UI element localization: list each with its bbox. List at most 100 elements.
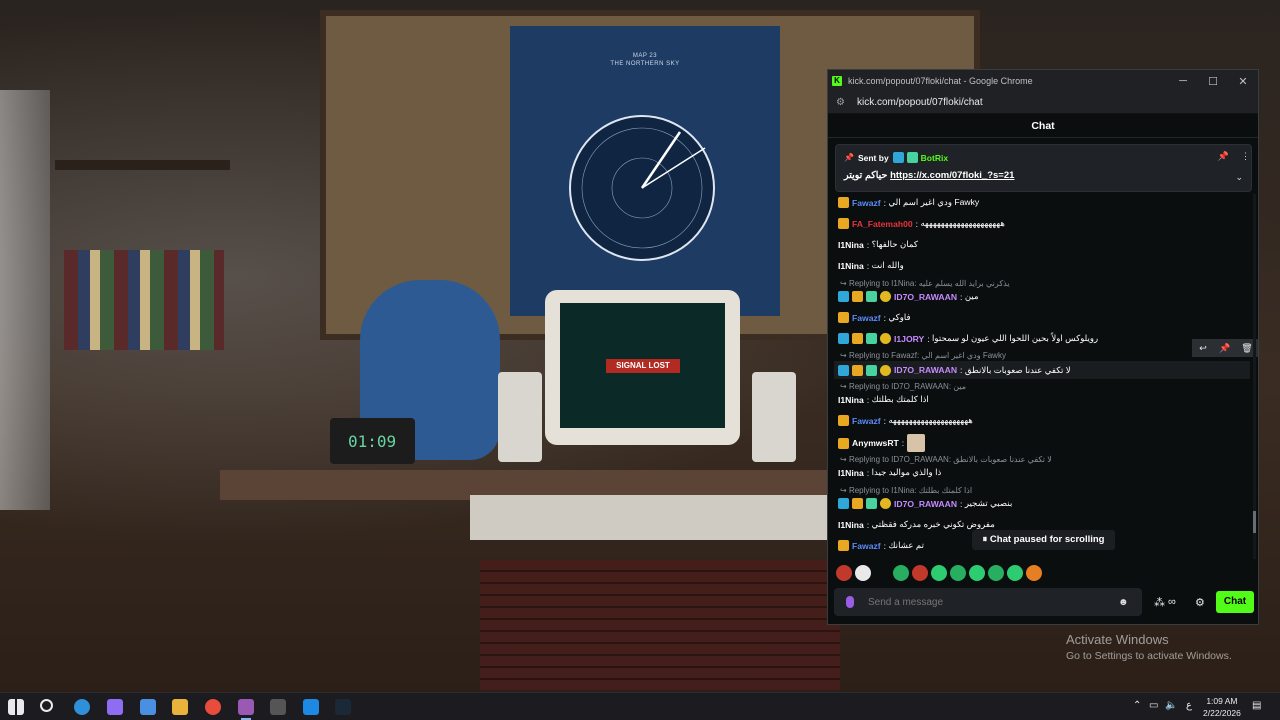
username[interactable]: ID7O_RAWAAN	[894, 365, 957, 375]
volume-icon[interactable]: 🔈	[1165, 700, 1177, 711]
reply-context[interactable]: ↪ Replying to Fawazf: ودي اغير اسم الي F…	[840, 351, 1006, 360]
taskbar: ⌃ ▭ 🔈 ع 1:09 AM 2/22/2026 ▤	[0, 692, 1280, 720]
crown-badge-icon	[852, 498, 863, 509]
emoji-icon[interactable]: ☻	[1118, 597, 1129, 608]
crown-badge-icon	[838, 312, 849, 323]
chat-header: Chat	[828, 114, 1258, 138]
star-clock	[569, 115, 715, 261]
username[interactable]: AnymwsRT	[852, 438, 899, 448]
paused-label: Chat paused for scrolling	[989, 534, 1105, 545]
taskbar-clock[interactable]: 1:09 AM 2/22/2026	[1203, 695, 1241, 719]
notification-icon[interactable]: ▤	[1252, 700, 1261, 711]
username[interactable]: I1JORY	[894, 334, 924, 344]
username[interactable]: Fawazf	[852, 416, 881, 426]
app-icon[interactable]	[238, 699, 254, 715]
steam-icon[interactable]	[335, 699, 351, 715]
blue-badge-icon	[838, 291, 849, 302]
maximize-button[interactable]: ☐	[1198, 75, 1228, 88]
chevron-up-icon[interactable]: ⌃	[1133, 700, 1141, 711]
emote-icon[interactable]	[912, 565, 928, 581]
username[interactable]: Fawazf	[852, 198, 881, 208]
chat-input-box[interactable]: ☻	[834, 588, 1142, 616]
reply-context[interactable]: ↪ Replying to I1Nina: اذا كلمتك بطلتك	[840, 486, 972, 495]
close-button[interactable]: ✕	[1228, 75, 1258, 88]
username[interactable]: I1Nina	[838, 240, 864, 250]
obs-icon[interactable]	[270, 699, 286, 715]
blue-badge-icon	[838, 498, 849, 509]
more-options-icon[interactable]: ⋮	[1241, 151, 1250, 162]
pinned-sender[interactable]: BotRix	[921, 153, 948, 163]
crown-badge-icon	[838, 540, 849, 551]
minimize-button[interactable]: ─	[1168, 75, 1198, 88]
emote-icon[interactable]	[893, 565, 909, 581]
username[interactable]: I1Nina	[838, 468, 864, 478]
windows-start-icon[interactable]	[8, 699, 24, 715]
message-text: اذا كلمتك بطلتك	[871, 394, 929, 404]
emote-icon[interactable]	[1026, 565, 1042, 581]
scrollbar-thumb[interactable]	[1253, 511, 1256, 533]
store-icon[interactable]	[140, 699, 156, 715]
send-chat-button[interactable]: Chat	[1216, 591, 1254, 613]
edge-icon[interactable]	[74, 699, 90, 715]
username[interactable]: I1Nina	[838, 395, 864, 405]
language-indicator[interactable]: ع	[1186, 700, 1192, 711]
site-info-icon[interactable]: ⚙	[836, 97, 848, 108]
emote-icon[interactable]	[988, 565, 1004, 581]
username[interactable]: I1Nina	[838, 261, 864, 271]
emote-icon[interactable]	[969, 565, 985, 581]
username[interactable]: Fawazf	[852, 313, 881, 323]
reply-context[interactable]: ↪ Replying to ID7O_RAWAAN: لا تكفي عندنا…	[840, 455, 1052, 464]
bot-badge-icon	[892, 152, 904, 163]
chat-messages[interactable]: Fawazf: ودي اغير اسم الي Fawky FA_Fatema…	[828, 194, 1258, 559]
emote-icon[interactable]	[855, 565, 871, 581]
username[interactable]: ID7O_RAWAAN	[894, 292, 957, 302]
emote-icon[interactable]	[931, 565, 947, 581]
infinity-icon[interactable]: ∞	[1168, 596, 1176, 608]
url-text[interactable]: kick.com/popout/07floki/chat	[857, 97, 983, 108]
emote-icon[interactable]	[836, 565, 852, 581]
app-icon-2[interactable]	[303, 699, 319, 715]
crown-badge-icon	[838, 437, 849, 449]
chat-paused-banner[interactable]: ⏸ Chat paused for scrolling	[972, 530, 1115, 550]
search-icon[interactable]	[40, 699, 53, 712]
message-actions: ↩ 📌 🗑	[1192, 339, 1258, 357]
address-bar[interactable]: ⚙ kick.com/popout/07floki/chat	[828, 92, 1258, 114]
reply-label: Replying to I1Nina:	[848, 486, 917, 495]
reply-text: ودي اغير اسم الي Fawky	[921, 351, 1006, 360]
mic-icon[interactable]	[846, 596, 854, 608]
message-text: مين	[964, 291, 979, 301]
message-text: فاوكي	[888, 312, 911, 322]
reply-context[interactable]: ↪ Replying to ID7O_RAWAAN: مين	[840, 382, 966, 391]
users-icon[interactable]: ⁂	[1154, 596, 1165, 609]
pinned-link[interactable]: https://x.com/07floki_?s=21	[890, 170, 1014, 181]
unpin-icon[interactable]: 📌	[1218, 151, 1229, 162]
emote-icon[interactable]	[1007, 565, 1023, 581]
message-text: ههههههههههههههههههههه	[920, 218, 1005, 228]
pinned-message[interactable]: 📌 Sent by BotRix حياكم تويتر https://x.c…	[835, 144, 1252, 192]
chat-message: I1Nina: اذا كلمتك بطلتك	[838, 394, 929, 405]
copilot-icon[interactable]	[107, 699, 123, 715]
send-message-input[interactable]	[868, 596, 1108, 608]
chat-message: I1Nina: ذا والذي مواليد جيدا	[838, 467, 942, 478]
emote-icon[interactable]	[950, 565, 966, 581]
network-icon[interactable]: ▭	[1149, 700, 1158, 711]
reply-icon[interactable]: ↩	[1192, 339, 1214, 357]
emote-bar	[836, 565, 1045, 581]
file-explorer-icon[interactable]	[172, 699, 188, 715]
shelf	[55, 160, 230, 170]
chat-message: I1Nina: مفروض تكوني خبره مدركه فقظتي	[838, 519, 995, 530]
pin-message-icon[interactable]: 📌	[1214, 339, 1236, 357]
message-text: مفروض تكوني خبره مدركه فقظتي	[871, 519, 995, 529]
username[interactable]: Fawazf	[852, 541, 881, 551]
reply-text: يذكرني برايد الله يسلم عليه	[918, 279, 1010, 288]
message-text: كمان حالفها؟	[871, 239, 918, 249]
scrollbar-track[interactable]	[1253, 194, 1256, 559]
username[interactable]: ID7O_RAWAAN	[894, 499, 957, 509]
chrome-icon[interactable]	[205, 699, 221, 715]
coin-badge-icon	[880, 291, 891, 302]
chevron-down-icon[interactable]: ⌄	[1235, 172, 1243, 183]
username[interactable]: FA_Fatemah00	[852, 219, 913, 229]
username[interactable]: I1Nina	[838, 520, 864, 530]
reply-context[interactable]: ↪ Replying to I1Nina: يذكرني برايد الله …	[840, 279, 1010, 288]
settings-gear-icon[interactable]: ⚙	[1195, 596, 1205, 609]
